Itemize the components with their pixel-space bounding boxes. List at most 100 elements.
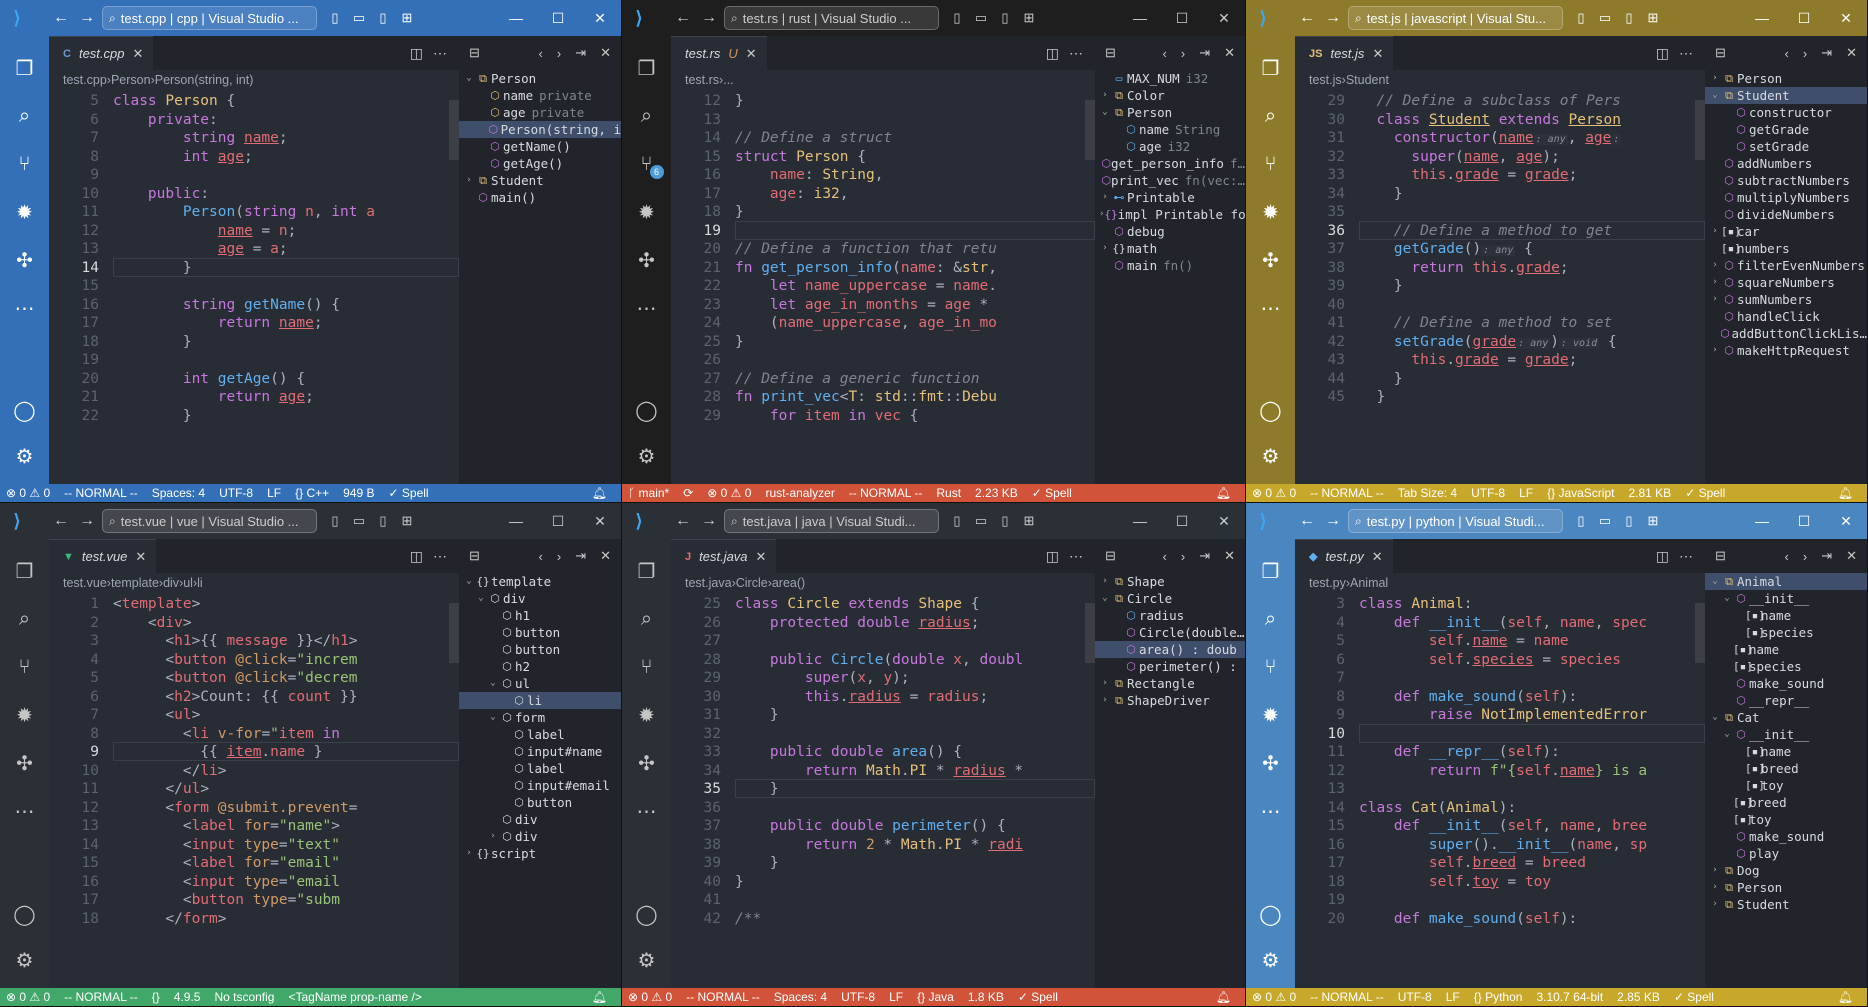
- outline-item[interactable]: ⬡ main fn(): [1095, 257, 1245, 274]
- next-icon[interactable]: ›: [1181, 549, 1185, 564]
- toggle-panel-icon[interactable]: ▭: [351, 513, 367, 529]
- run-debug-icon[interactable]: ✹: [10, 700, 40, 730]
- status-item[interactable]: ✓ Spell: [389, 486, 429, 500]
- toggle-secondary-sidebar-icon[interactable]: ▯: [997, 513, 1013, 529]
- outline-item[interactable]: [▪] name: [1705, 743, 1867, 760]
- more-actions-icon[interactable]: ⋯: [1069, 548, 1083, 565]
- account-icon[interactable]: ◯: [10, 899, 40, 929]
- account-icon[interactable]: ◯: [632, 395, 662, 425]
- run-debug-icon[interactable]: ✹: [10, 197, 40, 227]
- status-item[interactable]: -- NORMAL --: [64, 990, 138, 1004]
- bell-icon[interactable]: 🔔︎: [1838, 990, 1853, 1004]
- status-item[interactable]: LF: [1446, 990, 1460, 1004]
- outline-item[interactable]: › ⬡ div: [459, 828, 621, 845]
- tab-close-icon[interactable]: ✕: [132, 46, 143, 62]
- close-icon[interactable]: ✕: [600, 45, 611, 61]
- minimize-icon[interactable]: —: [1119, 513, 1161, 530]
- status-item[interactable]: -- NORMAL --: [64, 486, 138, 500]
- outline-item[interactable]: [▪] toy: [1705, 777, 1867, 794]
- outline-item[interactable]: ⬡ constructor: [1705, 104, 1867, 121]
- minimize-icon[interactable]: —: [1741, 513, 1783, 530]
- back-arrow-icon[interactable]: ←: [672, 9, 694, 27]
- outline-item[interactable]: ⬡ area() : doub: [1095, 641, 1245, 658]
- more-icon[interactable]: ⋯: [1256, 293, 1286, 323]
- minimize-icon[interactable]: —: [495, 10, 537, 27]
- toggle-secondary-sidebar-icon[interactable]: ▯: [997, 10, 1013, 26]
- status-item[interactable]: ✓ Spell: [1674, 990, 1714, 1004]
- command-center-search[interactable]: ⌕ test.java | java | Visual Studi...: [724, 509, 939, 533]
- more-actions-icon[interactable]: ⋯: [433, 548, 447, 565]
- forward-arrow-icon[interactable]: →: [1322, 9, 1344, 27]
- bell-icon[interactable]: 🔔︎: [592, 486, 607, 500]
- code-area[interactable]: 25 class Circle extends Shape {26 protect…: [671, 593, 1095, 988]
- status-item[interactable]: ⊗ 0 ⚠ 0: [6, 486, 50, 500]
- status-item[interactable]: UTF-8: [841, 990, 875, 1004]
- outline-item[interactable]: › ⊷ Printable: [1095, 189, 1245, 206]
- status-item[interactable]: {} Java: [917, 990, 954, 1004]
- gear-icon[interactable]: ⚙: [1256, 441, 1286, 471]
- maximize-icon[interactable]: ☐: [1783, 513, 1825, 530]
- account-icon[interactable]: ◯: [632, 899, 662, 929]
- scrollbar-thumb[interactable]: [1085, 100, 1095, 160]
- outline-item[interactable]: ⬡ input#name: [459, 743, 621, 760]
- close-icon[interactable]: ✕: [1224, 548, 1235, 564]
- search-icon[interactable]: ⌕: [10, 101, 40, 131]
- back-arrow-icon[interactable]: ←: [1296, 9, 1318, 27]
- outline-item[interactable]: ⌄ {} template: [459, 573, 621, 590]
- account-icon[interactable]: ◯: [1256, 395, 1286, 425]
- outline-item[interactable]: ⬡ label: [459, 726, 621, 743]
- status-item[interactable]: 3.10.7 64-bit: [1536, 990, 1603, 1004]
- explorer-icon[interactable]: ❐: [10, 556, 40, 586]
- prev-icon[interactable]: ‹: [1785, 549, 1789, 564]
- maximize-icon[interactable]: ☐: [1161, 513, 1203, 530]
- close-icon[interactable]: ✕: [1825, 513, 1867, 530]
- scrollbar-thumb[interactable]: [449, 603, 459, 663]
- toggle-secondary-sidebar-icon[interactable]: ▯: [1621, 513, 1637, 529]
- status-item[interactable]: rust-analyzer: [765, 486, 834, 500]
- prev-icon[interactable]: ‹: [539, 46, 543, 61]
- status-item[interactable]: LF: [267, 486, 281, 500]
- outline-item[interactable]: ⬡ h2: [459, 658, 621, 675]
- status-item[interactable]: ⊗ 0 ⚠ 0: [1252, 486, 1296, 500]
- outline-item[interactable]: › {} math: [1095, 240, 1245, 257]
- breadcrumb-item[interactable]: Student: [1346, 73, 1389, 87]
- split-editor-icon[interactable]: ◫: [410, 45, 423, 62]
- outline-item[interactable]: ⌄ ⬡ __init__: [1705, 726, 1867, 743]
- more-icon[interactable]: ⋯: [1256, 796, 1286, 826]
- outline-item[interactable]: ⬡ divideNumbers: [1705, 206, 1867, 223]
- outline-item[interactable]: ⬡ button: [459, 794, 621, 811]
- status-item[interactable]: 949 B: [343, 486, 374, 500]
- outline-item[interactable]: › {} script: [459, 845, 621, 862]
- extensions-icon[interactable]: ✣: [1256, 245, 1286, 275]
- extensions-icon[interactable]: ✣: [1256, 748, 1286, 778]
- outline-item[interactable]: ⬡ addButtonClickLis…: [1705, 325, 1867, 342]
- source-control-icon[interactable]: ⑂: [1256, 652, 1286, 682]
- minimize-icon[interactable]: —: [495, 513, 537, 530]
- split-editor-icon[interactable]: ◫: [410, 548, 423, 565]
- customize-layout-icon[interactable]: ⊞: [1645, 513, 1661, 529]
- outline-item[interactable]: ⬡ perimeter() :: [1095, 658, 1245, 675]
- outline-item[interactable]: ⬡ name String: [1095, 121, 1245, 138]
- outline-item[interactable]: ⬡ age i32: [1095, 138, 1245, 155]
- run-debug-icon[interactable]: ✹: [1256, 700, 1286, 730]
- close-icon[interactable]: ✕: [600, 548, 611, 564]
- outline-item[interactable]: ⌄ ⧉ Person: [459, 70, 621, 87]
- outline-item[interactable]: › ⧉ Shape: [1095, 573, 1245, 590]
- code-area[interactable]: 1 <template> 2 <div> 3 <h1>{{ message }}</h…: [49, 593, 459, 988]
- next-icon[interactable]: ›: [557, 46, 561, 61]
- tab-close-icon[interactable]: ✕: [1372, 549, 1383, 565]
- outline-item[interactable]: ⌄ ⬡ form: [459, 709, 621, 726]
- editor-tab[interactable]: ◆ test.py ✕: [1295, 539, 1393, 573]
- next-icon[interactable]: ›: [557, 549, 561, 564]
- next-icon[interactable]: ›: [1803, 549, 1807, 564]
- more-actions-icon[interactable]: ⋯: [1679, 45, 1693, 62]
- command-center-search[interactable]: ⌕ test.rs | rust | Visual Studio ...: [724, 6, 939, 30]
- status-item[interactable]: 1.8 KB: [968, 990, 1004, 1004]
- explorer-icon[interactable]: ❐: [1256, 53, 1286, 83]
- forward-arrow-icon[interactable]: →: [76, 9, 98, 27]
- status-item[interactable]: -- NORMAL --: [1310, 990, 1384, 1004]
- split-editor-icon[interactable]: ◫: [1656, 45, 1669, 62]
- outline-item[interactable]: ⬡ getName(): [459, 138, 621, 155]
- maximize-icon[interactable]: ☐: [1161, 10, 1203, 27]
- toggle-sidebar-icon[interactable]: ▯: [949, 513, 965, 529]
